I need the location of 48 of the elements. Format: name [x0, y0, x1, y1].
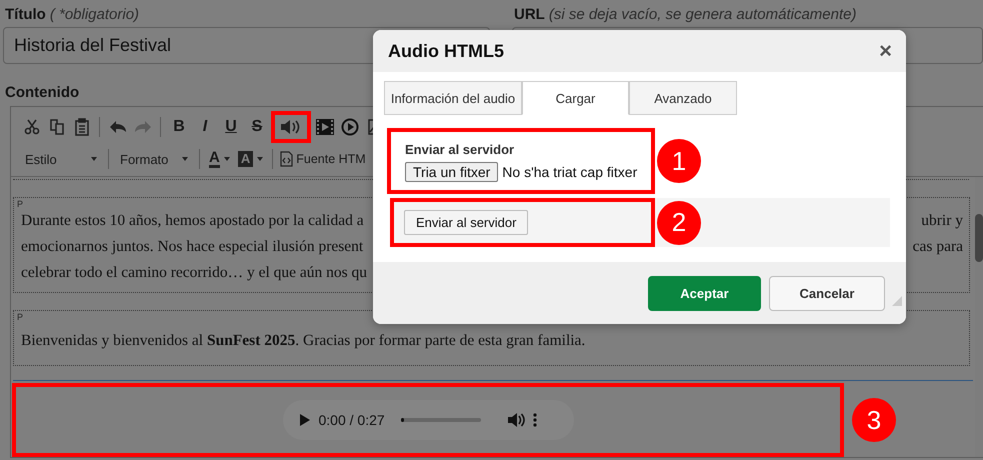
italic-button[interactable]: I — [192, 115, 218, 139]
callout-number: 3 — [852, 398, 896, 442]
send-button[interactable]: Enviar al servidor — [404, 210, 528, 235]
callout-number: 2 — [657, 200, 701, 244]
file-status: No s'ha triat cap fitxer — [502, 164, 638, 180]
background-color-button[interactable]: A — [234, 147, 268, 171]
strikethrough-button[interactable]: S — [244, 115, 270, 139]
field-label: URL — [514, 6, 545, 22]
underline-button[interactable]: U — [218, 115, 244, 139]
undo-icon[interactable] — [108, 120, 126, 134]
cancel-button[interactable]: Cancelar — [769, 276, 885, 310]
tab[interactable]: Información del audio — [384, 81, 522, 115]
style-dropdown[interactable]: Estilo — [19, 147, 103, 171]
format-dropdown[interactable]: Formato — [114, 147, 194, 171]
time-text: 0:00 / 0:27 — [318, 412, 385, 428]
film-icon[interactable] — [314, 118, 334, 136]
resize-handle[interactable] — [892, 296, 902, 306]
upload-label: Enviar al servidor — [405, 142, 516, 157]
text-color-button[interactable]: A — [205, 147, 234, 171]
paste-icon[interactable] — [74, 118, 90, 136]
field-hint: ( *obligatorio) — [50, 6, 140, 22]
paragraph-text: ubrir y — [921, 211, 963, 231]
paragraph-text: Durante estos 10 años, hemos apostado por la calidad a — [21, 211, 364, 231]
play-icon[interactable] — [298, 413, 310, 427]
callout-number: 1 — [657, 139, 701, 183]
bold-button[interactable]: B — [166, 115, 192, 139]
paragraph-text: cas para — [912, 237, 963, 257]
more-icon[interactable] — [532, 413, 537, 427]
cut-icon[interactable] — [24, 119, 40, 135]
field-label: Título — [5, 6, 46, 22]
copy-icon[interactable] — [48, 119, 64, 135]
play-circle-icon[interactable] — [340, 118, 358, 136]
tab[interactable]: Cargar — [522, 81, 629, 115]
close-button[interactable]: × — [879, 41, 892, 61]
paragraph-text: celebrar todo el camino recorrido… y el que aún nos qu — [21, 263, 368, 283]
element-tag: P — [17, 199, 24, 209]
accept-button[interactable]: Aceptar — [648, 276, 761, 310]
code-file-icon — [280, 151, 294, 167]
source-button[interactable]: Fuente HTM — [278, 147, 366, 171]
paragraph-text: emocionarnos juntos. Nos hace especial ilusión present — [21, 237, 364, 257]
volume-icon[interactable] — [506, 412, 525, 428]
choose-file-button[interactable]: Tria un fitxer — [405, 162, 498, 182]
tab[interactable]: Avanzado — [629, 81, 737, 115]
section-label: Contenido — [4, 84, 80, 101]
field-hint: (si se deja vacío, se genera automáticamente) — [548, 6, 856, 22]
paragraph-text: Bienvenidas y bienvenidos al SunFest 2025. Gracias por formar parte de esta gran familia. — [21, 331, 586, 351]
speaker-icon[interactable] — [280, 119, 302, 135]
element-tag: P — [17, 312, 24, 322]
